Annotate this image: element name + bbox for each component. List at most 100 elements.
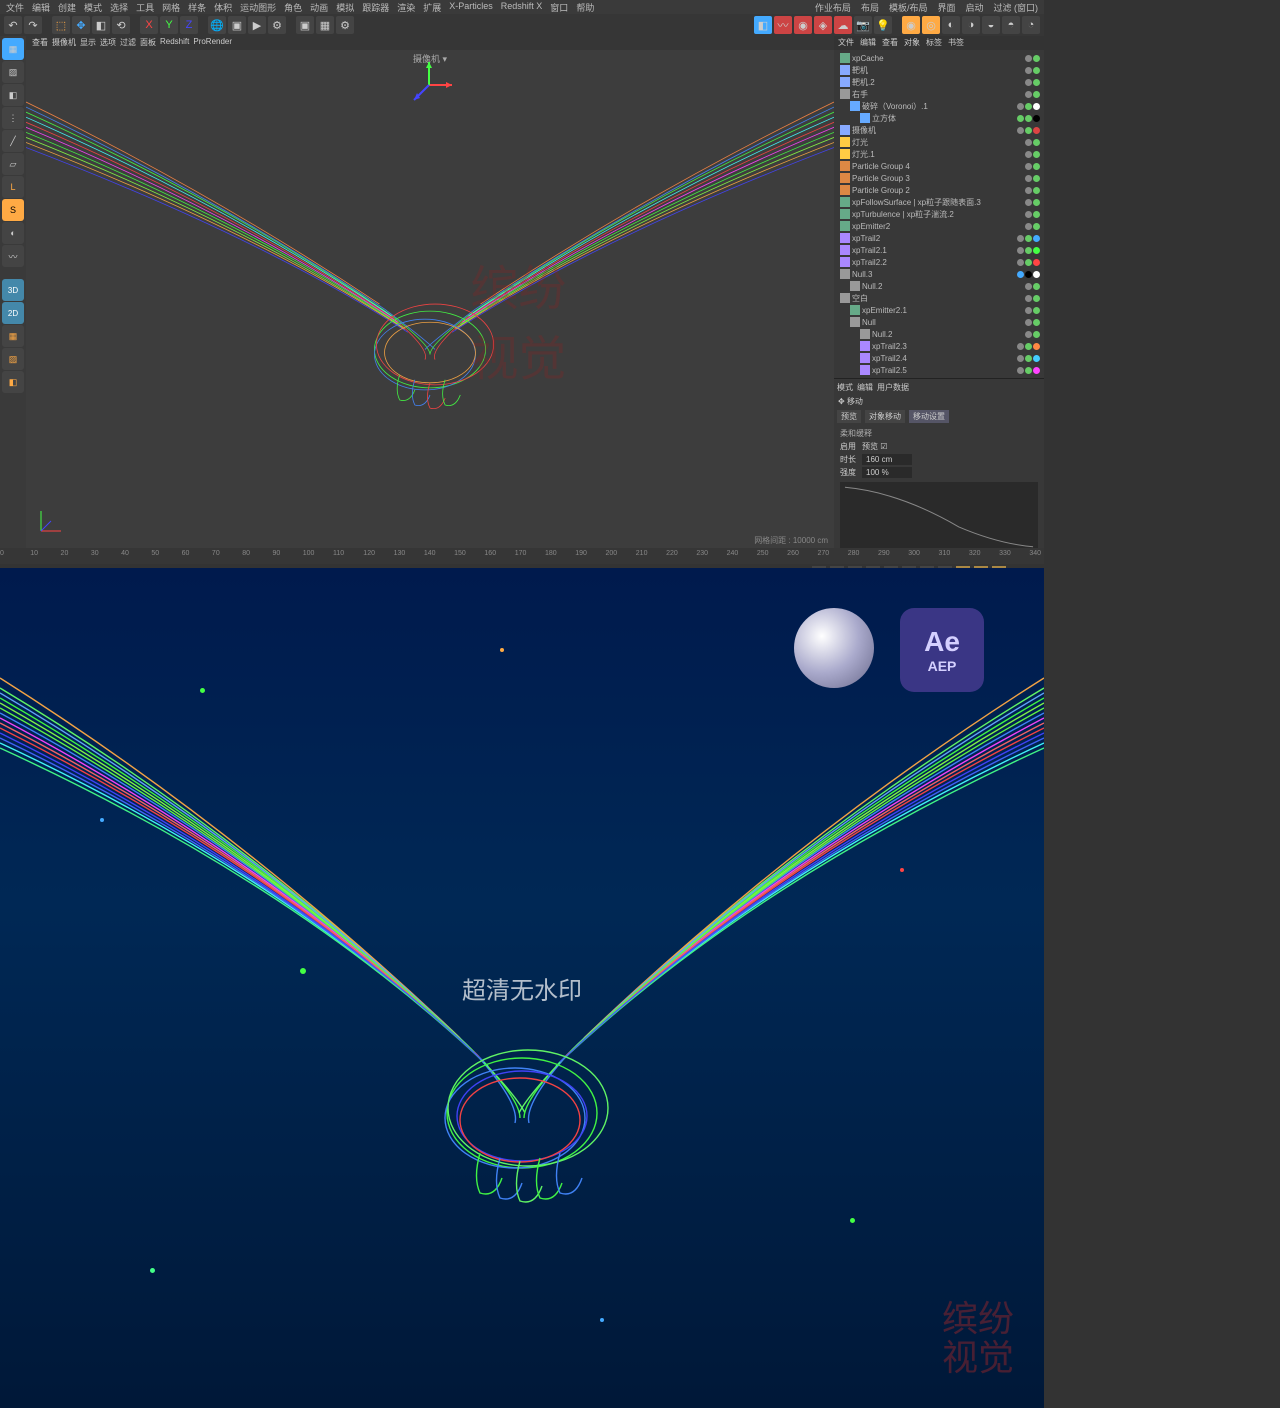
texture-mode-icon[interactable]: ▨ (2, 61, 24, 83)
menu-tracker[interactable]: 跟踪器 (362, 1, 389, 13)
uv3-icon[interactable]: ◧ (2, 371, 24, 393)
scale-icon[interactable]: ◧ (92, 16, 110, 34)
om-tab-view[interactable]: 查看 (882, 37, 898, 49)
render-settings-icon[interactable]: ⚙ (268, 16, 286, 34)
om-tab-obj[interactable]: 对象 (904, 37, 920, 49)
tree-item[interactable]: xpTurbulence | xp粒子湍流.2 (836, 208, 1042, 220)
menu-spline[interactable]: 样条 (188, 1, 206, 13)
menu-template[interactable]: 模板/布局 (889, 1, 928, 13)
select-icon[interactable]: ⬚ (52, 16, 70, 34)
tree-item[interactable]: xpEmitter2 (836, 220, 1042, 232)
render-opts-icon[interactable]: ⚙ (336, 16, 354, 34)
tree-item[interactable]: Null.2 (836, 280, 1042, 292)
render-icon[interactable]: ▶ (248, 16, 266, 34)
tree-item[interactable]: xpTrail2 (836, 232, 1042, 244)
om-tab-tag[interactable]: 标签 (926, 37, 942, 49)
menu-tools[interactable]: 工具 (136, 1, 154, 13)
tree-item[interactable]: xpTrail2.1 (836, 244, 1042, 256)
cube-icon[interactable]: ◧ (754, 16, 772, 34)
move-icon[interactable]: ✥ (72, 16, 90, 34)
generator-icon[interactable]: ◉ (794, 16, 812, 34)
tree-item[interactable]: xpEmitter2.1 (836, 304, 1042, 316)
attr-tab-move[interactable]: 对象移动 (865, 410, 905, 423)
vp-tab-prorender[interactable]: ProRender (193, 37, 232, 49)
menu-file[interactable]: 文件 (6, 1, 24, 13)
vp-tab-view[interactable]: 查看 (32, 37, 48, 49)
env-icon[interactable]: ☁ (834, 16, 852, 34)
tree-item[interactable]: Null.3 (836, 268, 1042, 280)
menu-character[interactable]: 角色 (284, 1, 302, 13)
menu-redshift[interactable]: Redshift X (501, 1, 543, 13)
x-axis-icon[interactable]: X (140, 16, 158, 34)
tree-item[interactable]: xpTrail2.2 (836, 256, 1042, 268)
tree-item[interactable]: 灯光 (836, 136, 1042, 148)
tree-item[interactable]: xpTrail2.4 (836, 352, 1042, 364)
tree-item[interactable]: 摄像机 (836, 124, 1042, 136)
menu-extensions[interactable]: 扩展 (423, 1, 441, 13)
tree-item[interactable]: 靶机.2 (836, 76, 1042, 88)
vp-tab-filter[interactable]: 过滤 (120, 37, 136, 49)
sds-icon[interactable]: 〰 (2, 245, 24, 267)
menu-edit[interactable]: 编辑 (32, 1, 50, 13)
menu-create[interactable]: 创建 (58, 1, 76, 13)
attr-mode-tab[interactable]: 模式 (837, 382, 853, 393)
tree-item[interactable]: Null (836, 316, 1042, 328)
attr-strength-field[interactable]: 100 % (862, 467, 912, 478)
om-tab-bookmark[interactable]: 书签 (948, 37, 964, 49)
xp5-icon[interactable]: ◒ (982, 16, 1000, 34)
tree-item[interactable]: 灯光.1 (836, 148, 1042, 160)
menu-mesh[interactable]: 网格 (162, 1, 180, 13)
menu-render[interactable]: 渲染 (397, 1, 415, 13)
xp7-icon[interactable]: ◔ (1022, 16, 1040, 34)
render2-icon[interactable]: ▣ (296, 16, 314, 34)
tree-item[interactable]: 靶机 (836, 64, 1042, 76)
menu-layout[interactable]: 作业布局 (815, 1, 851, 13)
uv-icon[interactable]: ▦ (2, 325, 24, 347)
tree-item[interactable]: 立方体 (836, 112, 1042, 124)
object-mode-icon[interactable]: ◧ (2, 84, 24, 106)
y-axis-icon[interactable]: Y (160, 16, 178, 34)
menu-animate[interactable]: 动画 (310, 1, 328, 13)
tree-item[interactable]: xpCache (836, 52, 1042, 64)
viewport[interactable]: 摄像机 ▾ (26, 50, 834, 548)
tree-item[interactable]: 空白 (836, 292, 1042, 304)
axis-mode-icon[interactable]: L (2, 176, 24, 198)
attr-tab-preview[interactable]: 预览 (837, 410, 861, 423)
snap-icon[interactable]: S (2, 199, 24, 221)
tree-item[interactable]: Particle Group 3 (836, 172, 1042, 184)
undo-icon[interactable]: ↶ (4, 16, 22, 34)
om-tab-edit[interactable]: 编辑 (860, 37, 876, 49)
world-icon[interactable]: 🌐 (208, 16, 226, 34)
uv2-icon[interactable]: ▨ (2, 348, 24, 370)
menu-xparticles[interactable]: X-Particles (449, 1, 493, 13)
xp-icon[interactable]: ◉ (902, 16, 920, 34)
menu-volume[interactable]: 体积 (214, 1, 232, 13)
rotate-icon[interactable]: ⟲ (112, 16, 130, 34)
vp-tab-options[interactable]: 选项 (100, 37, 116, 49)
model-mode-icon[interactable]: ▦ (2, 38, 24, 60)
menu-help[interactable]: 帮助 (576, 1, 594, 13)
tree-item[interactable]: 破碎（Voronoi）.1 (836, 100, 1042, 112)
menu-select[interactable]: 选择 (110, 1, 128, 13)
xp4-icon[interactable]: ◑ (962, 16, 980, 34)
object-tree[interactable]: xpCache靶机靶机.2右手破碎（Voronoi）.1立方体摄像机灯光灯光.1… (834, 50, 1044, 378)
tree-item[interactable]: 右手 (836, 88, 1042, 100)
menu-filter[interactable]: 过滤 (窗口) (994, 1, 1039, 13)
2d-view-icon[interactable]: 2D (2, 302, 24, 324)
vp-tab-redshift[interactable]: Redshift (160, 37, 189, 49)
point-mode-icon[interactable]: ⋮ (2, 107, 24, 129)
menu-layout2[interactable]: 布局 (861, 1, 879, 13)
tree-item[interactable]: Null.2 (836, 328, 1042, 340)
deformer-icon[interactable]: ◈ (814, 16, 832, 34)
spline-icon[interactable]: 〰 (774, 16, 792, 34)
vp-tab-camera[interactable]: 摄像机 (52, 37, 76, 49)
workplane-icon[interactable]: ◐ (2, 222, 24, 244)
poly-mode-icon[interactable]: ▱ (2, 153, 24, 175)
om-tab-file[interactable]: 文件 (838, 37, 854, 49)
camera-icon[interactable]: 📷 (854, 16, 872, 34)
tree-item[interactable]: Particle Group 4 (836, 160, 1042, 172)
menu-window[interactable]: 窗口 (550, 1, 568, 13)
attr-enable-check[interactable]: 预览 ☑ (862, 441, 887, 452)
menu-interface[interactable]: 界面 (937, 1, 955, 13)
vp-tab-panel[interactable]: 面板 (140, 37, 156, 49)
